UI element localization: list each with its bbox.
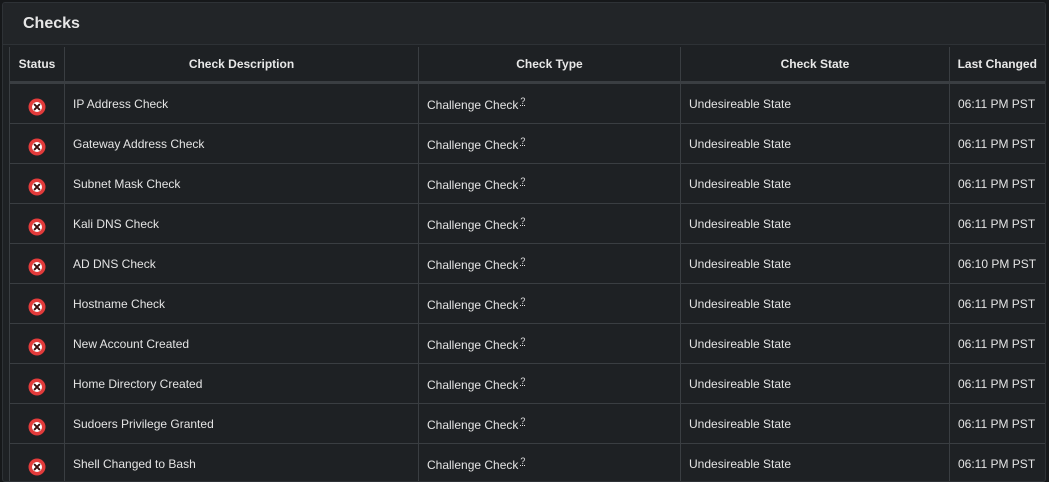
fail-status-icon (28, 178, 46, 196)
panel-title: Checks (3, 3, 1045, 45)
status-cell (10, 404, 65, 444)
table-row: IP Address CheckChallenge Check?Undesire… (10, 83, 1045, 124)
column-header-type[interactable]: Check Type (419, 47, 681, 83)
check-description: Shell Changed to Bash (65, 444, 419, 482)
status-cell (10, 164, 65, 204)
checks-table: Status Check Description Check Type Chec… (9, 47, 1045, 482)
table-header-row: Status Check Description Check Type Chec… (10, 47, 1045, 83)
check-type-cell: Challenge Check? (419, 364, 681, 404)
help-tooltip-icon[interactable]: ? (520, 296, 525, 306)
table-row: Shell Changed to BashChallenge Check?Und… (10, 444, 1045, 482)
fail-status-icon (28, 418, 46, 436)
check-type-cell: Challenge Check? (419, 204, 681, 244)
fail-status-icon (28, 98, 46, 116)
check-type: Challenge Check (427, 138, 518, 152)
help-tooltip-icon[interactable]: ? (520, 416, 525, 426)
check-type: Challenge Check (427, 338, 518, 352)
column-header-last-changed[interactable]: Last Changed (950, 47, 1045, 83)
help-tooltip-icon[interactable]: ? (520, 216, 525, 226)
checks-panel: Checks Status Check Description Check Ty… (2, 2, 1046, 482)
fail-status-icon (28, 338, 46, 356)
check-description: IP Address Check (65, 83, 419, 124)
help-tooltip-icon[interactable]: ? (520, 96, 525, 106)
fail-status-icon (28, 258, 46, 276)
check-type: Challenge Check (427, 258, 518, 272)
check-type: Challenge Check (427, 218, 518, 232)
check-description: Sudoers Privilege Granted (65, 404, 419, 444)
check-type-cell: Challenge Check? (419, 444, 681, 482)
check-type: Challenge Check (427, 378, 518, 392)
check-state: Undesireable State (681, 404, 950, 444)
last-changed: 06:11 PM PST (950, 404, 1045, 444)
status-cell (10, 364, 65, 404)
table-row: Subnet Mask CheckChallenge Check?Undesir… (10, 164, 1045, 204)
check-state: Undesireable State (681, 204, 950, 244)
table-row: Home Directory CreatedChallenge Check?Un… (10, 364, 1045, 404)
help-tooltip-icon[interactable]: ? (520, 456, 525, 466)
table-row: AD DNS CheckChallenge Check?Undesireable… (10, 244, 1045, 284)
help-tooltip-icon[interactable]: ? (520, 176, 525, 186)
check-type-cell: Challenge Check? (419, 83, 681, 124)
status-cell (10, 444, 65, 482)
check-type: Challenge Check (427, 98, 518, 112)
check-type: Challenge Check (427, 178, 518, 192)
fail-status-icon (28, 458, 46, 476)
fail-status-icon (28, 378, 46, 396)
check-type: Challenge Check (427, 458, 518, 472)
check-type-cell: Challenge Check? (419, 284, 681, 324)
check-state: Undesireable State (681, 124, 950, 164)
check-state: Undesireable State (681, 284, 950, 324)
check-type-cell: Challenge Check? (419, 124, 681, 164)
check-state: Undesireable State (681, 83, 950, 124)
check-description: Hostname Check (65, 284, 419, 324)
column-header-description[interactable]: Check Description (65, 47, 419, 83)
check-state: Undesireable State (681, 444, 950, 482)
last-changed: 06:11 PM PST (950, 124, 1045, 164)
fail-status-icon (28, 138, 46, 156)
check-description: Kali DNS Check (65, 204, 419, 244)
fail-status-icon (28, 298, 46, 316)
status-cell (10, 324, 65, 364)
help-tooltip-icon[interactable]: ? (520, 256, 525, 266)
check-description: Home Directory Created (65, 364, 419, 404)
help-tooltip-icon[interactable]: ? (520, 336, 525, 346)
check-description: Gateway Address Check (65, 124, 419, 164)
check-description: New Account Created (65, 324, 419, 364)
check-type: Challenge Check (427, 298, 518, 312)
column-header-status[interactable]: Status (10, 47, 65, 83)
check-type-cell: Challenge Check? (419, 324, 681, 364)
last-changed: 06:11 PM PST (950, 284, 1045, 324)
check-state: Undesireable State (681, 164, 950, 204)
table-row: Hostname CheckChallenge Check?Undesireab… (10, 284, 1045, 324)
check-type-cell: Challenge Check? (419, 244, 681, 284)
status-cell (10, 284, 65, 324)
last-changed: 06:11 PM PST (950, 83, 1045, 124)
status-cell (10, 124, 65, 164)
status-cell (10, 204, 65, 244)
last-changed: 06:11 PM PST (950, 444, 1045, 482)
help-tooltip-icon[interactable]: ? (520, 376, 525, 386)
last-changed: 06:10 PM PST (950, 244, 1045, 284)
check-state: Undesireable State (681, 244, 950, 284)
help-tooltip-icon[interactable]: ? (520, 136, 525, 146)
check-type-cell: Challenge Check? (419, 164, 681, 204)
table-row: Sudoers Privilege GrantedChallenge Check… (10, 404, 1045, 444)
check-description: AD DNS Check (65, 244, 419, 284)
last-changed: 06:11 PM PST (950, 364, 1045, 404)
check-description: Subnet Mask Check (65, 164, 419, 204)
check-type-cell: Challenge Check? (419, 404, 681, 444)
table-row: Gateway Address CheckChallenge Check?Und… (10, 124, 1045, 164)
check-state: Undesireable State (681, 364, 950, 404)
column-header-state[interactable]: Check State (681, 47, 950, 83)
table-row: Kali DNS CheckChallenge Check?Undesireab… (10, 204, 1045, 244)
status-cell (10, 83, 65, 124)
check-state: Undesireable State (681, 324, 950, 364)
table-row: New Account CreatedChallenge Check?Undes… (10, 324, 1045, 364)
fail-status-icon (28, 218, 46, 236)
last-changed: 06:11 PM PST (950, 324, 1045, 364)
last-changed: 06:11 PM PST (950, 164, 1045, 204)
status-cell (10, 244, 65, 284)
check-type: Challenge Check (427, 418, 518, 432)
last-changed: 06:11 PM PST (950, 204, 1045, 244)
